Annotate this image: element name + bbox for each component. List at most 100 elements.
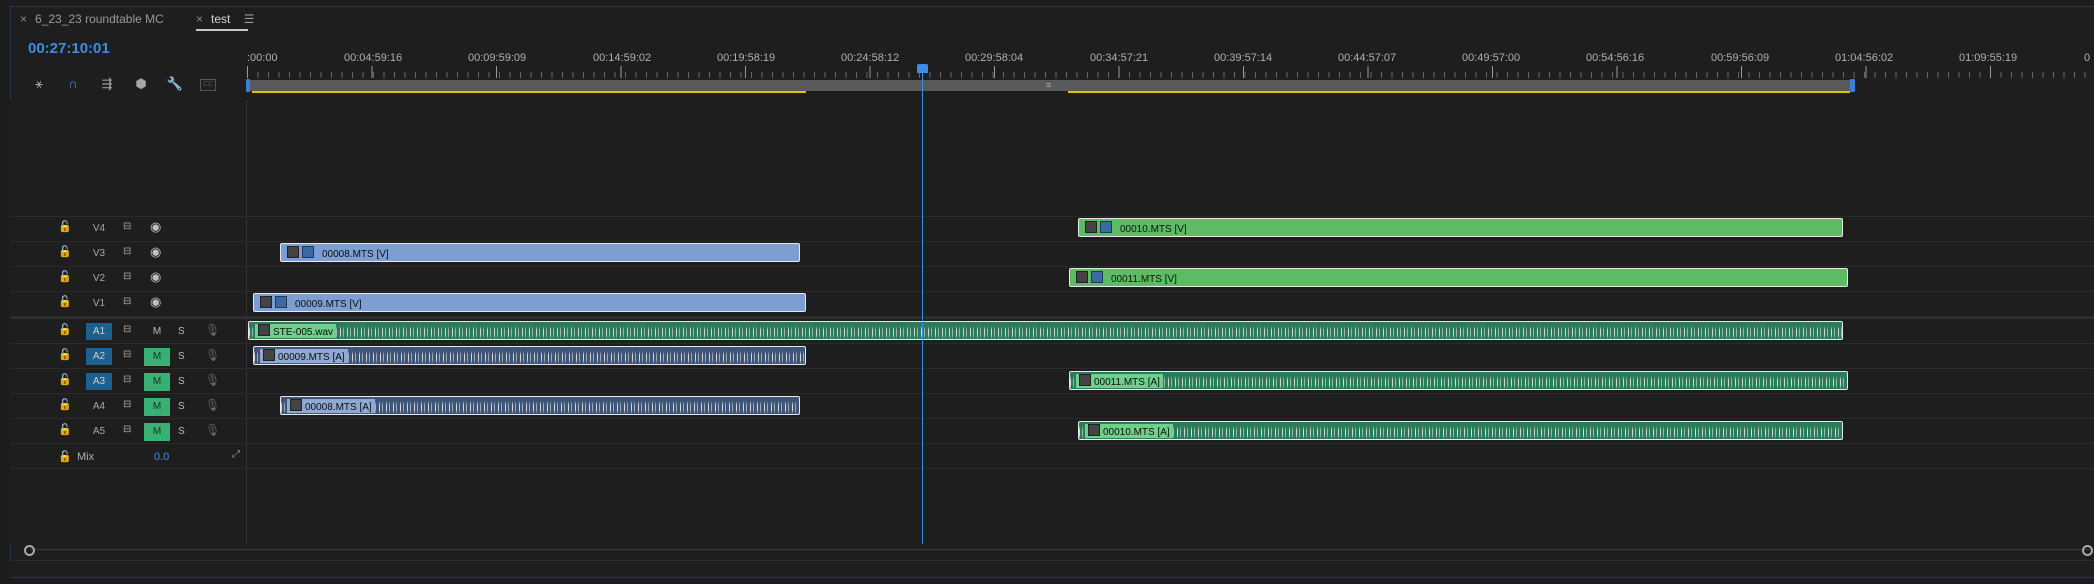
track-name[interactable]: V3 bbox=[86, 245, 112, 262]
work-area-start-handle[interactable] bbox=[246, 79, 250, 92]
track-header-v2: 🔓 V2 ⊟ ◉ bbox=[10, 267, 246, 291]
captions-icon[interactable]: CC bbox=[200, 79, 216, 91]
ruler-label: 00:29:58:04 bbox=[965, 52, 1024, 64]
solo-button[interactable]: S bbox=[178, 348, 185, 366]
marker-icon[interactable]: ⬢ bbox=[132, 76, 150, 92]
lock-icon[interactable]: 🔓 bbox=[58, 373, 72, 386]
solo-button[interactable]: S bbox=[178, 373, 185, 391]
in-out-range bbox=[252, 91, 806, 93]
fx-icon bbox=[1088, 424, 1100, 436]
linked-selection-icon[interactable]: ∩ bbox=[64, 76, 82, 92]
track-name[interactable]: A1 bbox=[86, 323, 112, 340]
add-marker-edit-icon[interactable]: ⇶ bbox=[98, 76, 116, 92]
lock-icon[interactable]: 🔓 bbox=[58, 423, 72, 436]
track-name[interactable]: V2 bbox=[86, 270, 112, 287]
mute-button[interactable]: M bbox=[144, 323, 170, 341]
mix-pan-icon[interactable]: ⤢ bbox=[232, 449, 240, 460]
sync-lock-icon[interactable]: ⊟ bbox=[123, 349, 137, 361]
scroll-end-handle[interactable] bbox=[2082, 545, 2093, 556]
snap-icon[interactable]: ⚹ bbox=[30, 76, 48, 92]
sync-lock-icon[interactable]: ⊟ bbox=[123, 374, 137, 386]
ruler-label: 00:54:56:16 bbox=[1586, 52, 1645, 64]
mute-button[interactable]: M bbox=[144, 398, 170, 416]
mix-volume-value[interactable]: 0.0 bbox=[154, 451, 169, 463]
multicam-icon bbox=[1100, 221, 1112, 233]
eye-icon[interactable]: ◉ bbox=[150, 294, 161, 310]
panel-menu-icon[interactable]: ☰ bbox=[244, 12, 255, 26]
clip-a4[interactable]: 00008.MTS [A] bbox=[280, 396, 800, 415]
sync-lock-icon[interactable]: ⊟ bbox=[123, 399, 137, 411]
sync-lock-icon[interactable]: ⊟ bbox=[123, 246, 137, 258]
mic-icon[interactable]: 🎙 bbox=[205, 373, 220, 387]
eye-icon[interactable]: ◉ bbox=[150, 269, 161, 285]
fx-icon bbox=[1076, 271, 1088, 283]
ruler-label: 01:09:55:19 bbox=[1959, 52, 2018, 64]
playhead-timecode[interactable]: 00:27:10:01 bbox=[28, 40, 110, 57]
clip-a2[interactable]: 00009.MTS [A] bbox=[253, 346, 806, 365]
clip-a3[interactable]: 00011.MTS [A] bbox=[1069, 371, 1848, 390]
track-name[interactable]: V4 bbox=[86, 220, 112, 237]
clip-label: 00010.MTS [V] bbox=[1120, 224, 1187, 235]
track-header-a1: 🔓 A1 ⊟ M S 🎙 bbox=[10, 320, 246, 344]
work-area-grip-icon[interactable]: ≡ bbox=[1046, 80, 1051, 90]
lock-icon[interactable]: 🔓 bbox=[58, 220, 72, 233]
mute-button[interactable]: M bbox=[144, 373, 170, 391]
ruler-label: 00:44:57:07 bbox=[1338, 52, 1397, 64]
solo-button[interactable]: S bbox=[178, 398, 185, 416]
track-name[interactable]: A2 bbox=[86, 348, 112, 365]
ruler-label: 00:09:59:09 bbox=[468, 52, 527, 64]
lock-icon[interactable]: 🔓 bbox=[58, 398, 72, 411]
lock-icon[interactable]: 🔓 bbox=[58, 295, 72, 308]
fx-icon bbox=[290, 399, 302, 411]
work-area-end-handle[interactable] bbox=[1850, 79, 1855, 92]
tab-test[interactable]: × test ☰ bbox=[196, 12, 254, 26]
sync-lock-icon[interactable]: ⊟ bbox=[123, 221, 137, 233]
clip-v2[interactable]: 00011.MTS [V] bbox=[1069, 268, 1848, 287]
lock-icon[interactable]: 🔓 bbox=[58, 245, 72, 258]
clip-a1[interactable]: STE-005.wav bbox=[248, 321, 1843, 340]
playhead-line[interactable] bbox=[922, 70, 923, 544]
clip-label: 00008.MTS [A] bbox=[305, 402, 372, 413]
track-name[interactable]: V1 bbox=[86, 295, 112, 312]
clip-label: 00009.MTS [V] bbox=[295, 299, 362, 310]
mic-icon[interactable]: 🎙 bbox=[205, 398, 220, 412]
eye-icon[interactable]: ◉ bbox=[150, 244, 161, 260]
close-icon[interactable]: × bbox=[196, 12, 203, 26]
track-name[interactable]: A4 bbox=[86, 398, 112, 415]
mute-button[interactable]: M bbox=[144, 348, 170, 366]
sync-lock-icon[interactable]: ⊟ bbox=[123, 324, 137, 336]
lock-icon[interactable]: 🔓 bbox=[58, 270, 72, 283]
sync-lock-icon[interactable]: ⊟ bbox=[123, 271, 137, 283]
row-divider bbox=[10, 393, 2094, 394]
mic-icon[interactable]: 🎙 bbox=[205, 348, 220, 362]
sync-lock-icon[interactable]: ⊟ bbox=[123, 296, 137, 308]
clip-v3[interactable]: 00008.MTS [V] bbox=[280, 243, 800, 262]
header-divider bbox=[246, 100, 247, 544]
clip-a5[interactable]: 00010.MTS [A] bbox=[1078, 421, 1843, 440]
lock-icon[interactable]: 🔓 bbox=[58, 323, 72, 336]
mute-button[interactable]: M bbox=[144, 423, 170, 441]
row-divider bbox=[10, 266, 2094, 267]
clip-v4[interactable]: 00010.MTS [V] bbox=[1078, 218, 1843, 237]
audio-waveform bbox=[249, 326, 1842, 339]
lock-icon[interactable]: 🔓 bbox=[58, 450, 72, 463]
horizontal-scrollbar[interactable] bbox=[30, 549, 2090, 550]
lock-icon[interactable]: 🔓 bbox=[58, 348, 72, 361]
mic-icon[interactable]: 🎙 bbox=[205, 423, 220, 437]
fx-icon bbox=[287, 246, 299, 258]
track-header-v4: 🔓 V4 ⊟ ◉ bbox=[10, 217, 246, 241]
ruler-label: 00:19:58:19 bbox=[717, 52, 776, 64]
close-icon[interactable]: × bbox=[20, 12, 27, 26]
tab-roundtable[interactable]: × 6_23_23 roundtable MC bbox=[20, 12, 164, 26]
clip-v1[interactable]: 00009.MTS [V] bbox=[253, 293, 806, 312]
track-name[interactable]: A5 bbox=[86, 423, 112, 440]
audio-waveform bbox=[1070, 376, 1847, 389]
scroll-start-handle[interactable] bbox=[24, 545, 35, 556]
track-name[interactable]: A3 bbox=[86, 373, 112, 390]
sync-lock-icon[interactable]: ⊟ bbox=[123, 424, 137, 436]
mic-icon[interactable]: 🎙 bbox=[205, 323, 220, 337]
wrench-icon[interactable]: 🔧 bbox=[166, 76, 184, 92]
solo-button[interactable]: S bbox=[178, 423, 185, 441]
eye-icon[interactable]: ◉ bbox=[150, 219, 161, 235]
solo-button[interactable]: S bbox=[178, 323, 185, 341]
